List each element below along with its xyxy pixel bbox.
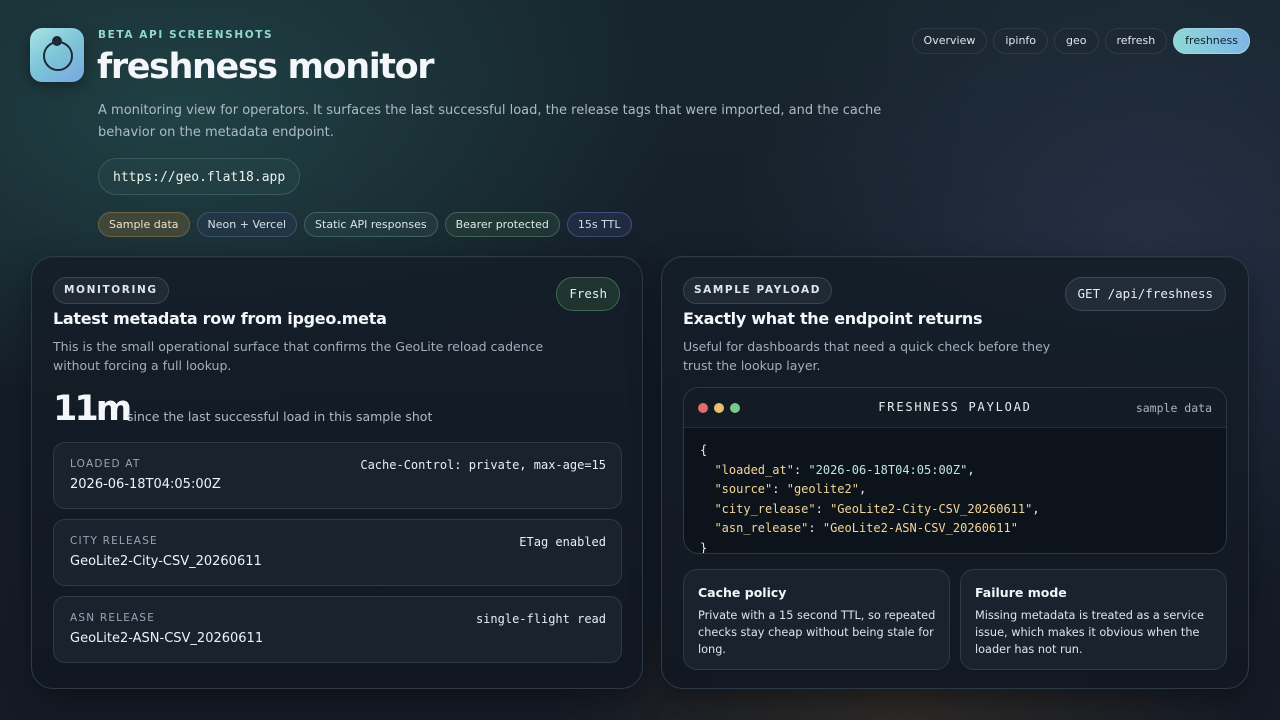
logo-dot: [52, 36, 62, 46]
payload-card: SAMPLE PAYLOAD GET /api/freshness Exactl…: [661, 256, 1249, 689]
monitoring-card: MONITORING Fresh Latest metadata row fro…: [31, 256, 643, 689]
row-label: LOADED AT: [70, 458, 141, 470]
row-meta: single-flight read: [475, 612, 606, 626]
monitoring-eyebrow: MONITORING: [53, 277, 169, 304]
app-logo: [30, 28, 84, 82]
top-nav: Overview ipinfo geo refresh freshness: [911, 28, 1250, 54]
tag-ttl: 15s TTL: [566, 212, 632, 237]
nav-geo[interactable]: geo: [1054, 28, 1099, 54]
failure-mode-card: Failure mode Missing metadata is treated…: [960, 569, 1227, 670]
mini-card-body: Private with a 15 second TTL, so repeate…: [698, 609, 936, 656]
mini-card-title: Failure mode: [975, 585, 1067, 600]
nav-ipinfo[interactable]: ipinfo: [993, 28, 1049, 54]
row-value: 2026-06-18T04:05:00Z: [70, 477, 221, 492]
tag-sample-data: Sample data: [98, 212, 190, 237]
row-meta: Cache-Control: private, max-age=15: [360, 458, 606, 472]
code-block: { "loaded_at": "2026-06-18T04:05:00Z", "…: [700, 443, 1040, 554]
payload-eyebrow: SAMPLE PAYLOAD: [683, 277, 833, 304]
code-window-header: FRESHNESS PAYLOAD sample data: [684, 388, 1226, 428]
mini-card-body: Missing metadata is treated as a service…: [975, 609, 1204, 656]
mini-card-title: Cache policy: [698, 585, 787, 600]
row-value: GeoLite2-ASN-CSV_20260611: [70, 631, 264, 646]
nav-overview[interactable]: Overview: [911, 28, 988, 54]
page-title: freshness monitor: [97, 47, 435, 87]
page-eyebrow: BETA API SCREENSHOTS: [98, 29, 274, 41]
row-value: GeoLite2-City-CSV_20260611: [70, 554, 262, 569]
payload-title: Exactly what the endpoint returns: [683, 309, 983, 328]
tag-neon-vercel: Neon + Vercel: [196, 212, 298, 237]
cache-policy-card: Cache policy Private with a 15 second TT…: [683, 569, 950, 670]
city-release-row: CITY RELEASE GeoLite2-City-CSV_20260611 …: [53, 519, 622, 586]
code-source: geolite2: [793, 482, 852, 496]
endpoint-badge[interactable]: GET /api/freshness: [1064, 277, 1226, 311]
age-caption: since the last successful load in this s…: [127, 409, 433, 424]
row-meta: ETag enabled: [519, 535, 606, 549]
tag-static-api: Static API responses: [304, 212, 438, 237]
monitoring-description: This is the small operational surface th…: [53, 339, 544, 373]
row-label: ASN RELEASE: [70, 612, 156, 624]
code-window-tag: sample data: [1135, 401, 1212, 415]
monitoring-title: Latest metadata row from ipgeo.meta: [53, 309, 387, 328]
code-window: FRESHNESS PAYLOAD sample data { "loaded_…: [683, 387, 1227, 554]
asn-release-row: ASN RELEASE GeoLite2-ASN-CSV_20260611 si…: [53, 596, 622, 663]
row-label: CITY RELEASE: [70, 535, 158, 547]
code-asn-release: GeoLite2-ASN-CSV_20260611: [830, 521, 1011, 535]
nav-freshness[interactable]: freshness: [1173, 28, 1250, 54]
tag-list: Sample data Neon + Vercel Static API res…: [98, 212, 632, 237]
age-value: 11m: [53, 389, 132, 429]
code-city-release: GeoLite2-City-CSV_20260611: [837, 501, 1026, 516]
code-loaded-at: 2026-06-18T04:05:00Z: [815, 462, 961, 477]
loaded-at-row: LOADED AT 2026-06-18T04:05:00Z Cache-Con…: [53, 442, 622, 509]
page-description: A monitoring view for operators. It surf…: [98, 103, 882, 140]
status-badge: Fresh: [556, 277, 620, 311]
tag-bearer: Bearer protected: [444, 212, 560, 237]
nav-refresh[interactable]: refresh: [1104, 28, 1168, 54]
base-url-pill[interactable]: https://geo.flat18.app: [98, 158, 301, 195]
payload-description: Useful for dashboards that need a quick …: [683, 339, 1051, 373]
